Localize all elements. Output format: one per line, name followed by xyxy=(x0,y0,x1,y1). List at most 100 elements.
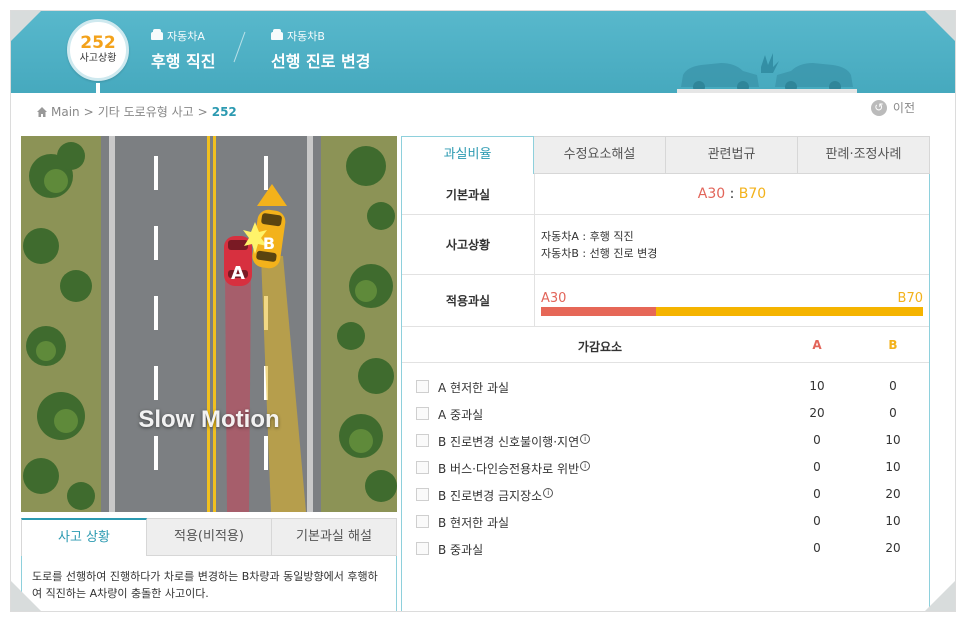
basic-fault-a: A30 xyxy=(697,186,726,202)
car-a-header: 자동차A 후행 직진 xyxy=(151,28,215,72)
factor-checkbox[interactable] xyxy=(416,488,429,501)
tab-adjustment-factors[interactable]: 수정요소해설 xyxy=(534,136,666,174)
car-a-label: 자동차A xyxy=(167,30,205,43)
factor-a-value: 0 xyxy=(813,433,821,447)
car-icon xyxy=(151,29,163,40)
left-tab-bar: 사고 상황 적용(비적용) 기본과실 해설 xyxy=(21,518,397,556)
factor-a-value: 0 xyxy=(813,487,821,501)
factor-checkbox[interactable] xyxy=(416,380,429,393)
basic-fault-b: B70 xyxy=(738,186,767,202)
factor-b-value: 0 xyxy=(889,406,897,420)
basic-fault-label: 기본과실 xyxy=(402,174,535,214)
situation-label: 사고상황 xyxy=(402,215,535,274)
case-label: 사고상황 xyxy=(79,53,117,64)
car-b-label: 자동차B xyxy=(287,30,325,43)
prev-button[interactable]: ↺ 이전 xyxy=(870,99,915,116)
factor-a-value: 20 xyxy=(809,406,825,420)
tab-accident-situation[interactable]: 사고 상황 xyxy=(21,518,147,556)
header-banner: 252 사고상황 자동차A 후행 직진 자동차B 선행 진로 변경 xyxy=(11,11,955,95)
fault-ratio-bar-a xyxy=(541,306,656,316)
factor-a-value: 0 xyxy=(813,514,821,528)
factor-label: A 현저한 과실 xyxy=(438,381,510,395)
tab-basic-fault-explanation[interactable]: 기본과실 해설 xyxy=(272,518,397,556)
factor-b-value: 20 xyxy=(885,541,901,555)
accident-scene: A B Slow Motion xyxy=(21,136,397,512)
breadcrumb-category[interactable]: 기타 도로유형 사고 xyxy=(98,103,194,120)
tab-precedents[interactable]: 판례·조정사례 xyxy=(798,136,930,174)
prev-label: 이전 xyxy=(892,101,915,115)
factor-b-value: 10 xyxy=(885,514,901,528)
car-b-marker: B xyxy=(263,234,275,253)
car-b-header: 자동차B 선행 진로 변경 xyxy=(271,28,370,72)
header-divider xyxy=(233,31,246,63)
applied-fault-row: 적용과실 A30 B70 xyxy=(402,275,929,327)
frame-corner xyxy=(11,581,41,611)
factor-label: B 중과실 xyxy=(438,543,484,557)
factors-col-b: B xyxy=(888,338,898,352)
car-a-action: 후행 직진 xyxy=(151,52,216,71)
car-b-action: 선행 진로 변경 xyxy=(271,52,371,71)
factor-row: B 중과실 0 20 xyxy=(402,535,929,562)
badge-pin xyxy=(96,83,100,95)
factor-a-value: 10 xyxy=(809,379,825,393)
factor-checkbox[interactable] xyxy=(416,434,429,447)
factor-b-value: 20 xyxy=(885,487,901,501)
breadcrumb-separator: > xyxy=(197,104,208,119)
applied-fault-a: A30 xyxy=(541,290,567,306)
fault-ratio-bar xyxy=(541,306,923,316)
accident-description: 도로를 선행하여 진행하다가 차로를 변경하는 B차량과 동일방향에서 후행하여… xyxy=(21,556,397,611)
factor-row: B 현저한 과실 0 10 xyxy=(402,508,929,535)
factor-b-value: 10 xyxy=(885,460,901,474)
road-illustration: A B xyxy=(21,136,397,512)
factor-label: B 버스·다인승전용차로 위반 i xyxy=(438,460,591,477)
tab-related-laws[interactable]: 관련법규 xyxy=(666,136,798,174)
factor-row: B 버스·다인승전용차로 위반 i 0 10 xyxy=(402,454,929,481)
info-icon[interactable]: i xyxy=(580,434,591,444)
factor-row: B 진로변경 금지장소 i 0 20 xyxy=(402,481,929,508)
breadcrumb-separator: > xyxy=(83,104,94,119)
factor-checkbox[interactable] xyxy=(416,461,429,474)
tab-applicability[interactable]: 적용(비적용) xyxy=(147,518,272,556)
applied-fault-label: 적용과실 xyxy=(402,275,535,326)
factors-title: 가감요소 xyxy=(577,340,623,354)
frame-corner xyxy=(925,581,955,611)
breadcrumb-main[interactable]: Main xyxy=(51,105,80,119)
factors-col-a: A xyxy=(812,338,822,352)
back-arrow-icon: ↺ xyxy=(870,99,887,116)
factor-label: B 진로변경 금지장소 i xyxy=(438,487,554,504)
frame-corner xyxy=(925,11,955,41)
home-icon[interactable] xyxy=(37,106,47,117)
right-tab-bar: 과실비율 수정요소해설 관련법규 판례·조정사례 xyxy=(401,136,930,174)
tab-fault-ratio[interactable]: 과실비율 xyxy=(401,136,534,174)
factor-row: A 현저한 과실 10 0 xyxy=(402,373,929,400)
basic-fault-value: A30 : B70 xyxy=(541,186,923,202)
factor-b-value: 10 xyxy=(885,433,901,447)
fault-ratio-panel: 기본과실 A30 : B70 사고상황 자동차A : 후행 직진 자동차B : … xyxy=(401,174,930,611)
factor-label: A 중과실 xyxy=(438,408,484,422)
app-frame: 252 사고상황 자동차A 후행 직진 자동차B 선행 진로 변경 Main >… xyxy=(10,10,956,612)
case-number: 252 xyxy=(80,33,116,53)
collision-illustration-icon xyxy=(677,53,857,93)
case-badge: 252 사고상황 xyxy=(67,19,129,81)
factors-header: 가감요소 A B xyxy=(402,327,929,363)
factor-label: B 현저한 과실 xyxy=(438,516,510,530)
situation-row: 사고상황 자동차A : 후행 직진 자동차B : 선행 진로 변경 xyxy=(402,215,929,275)
applied-fault-b: B70 xyxy=(897,290,923,306)
factor-a-value: 0 xyxy=(813,460,821,474)
factor-checkbox[interactable] xyxy=(416,515,429,528)
situation-car-b: 자동차B : 선행 진로 변경 xyxy=(541,246,658,260)
factor-checkbox[interactable] xyxy=(416,407,429,420)
factor-a-value: 0 xyxy=(813,541,821,555)
frame-corner xyxy=(11,11,41,41)
factor-label: B 진로변경 신호불이행·지연 i xyxy=(438,433,591,450)
info-icon[interactable]: i xyxy=(580,461,591,471)
situation-car-a: 자동차A : 후행 직진 xyxy=(541,229,634,243)
factor-row: A 중과실 20 0 xyxy=(402,400,929,427)
car-icon xyxy=(271,29,283,40)
factor-checkbox[interactable] xyxy=(416,542,429,555)
breadcrumb-current: 252 xyxy=(211,104,237,119)
info-icon[interactable]: i xyxy=(543,488,554,498)
factor-b-value: 0 xyxy=(889,379,897,393)
factor-row: B 진로변경 신호불이행·지연 i 0 10 xyxy=(402,427,929,454)
basic-fault-separator: : xyxy=(725,186,739,202)
